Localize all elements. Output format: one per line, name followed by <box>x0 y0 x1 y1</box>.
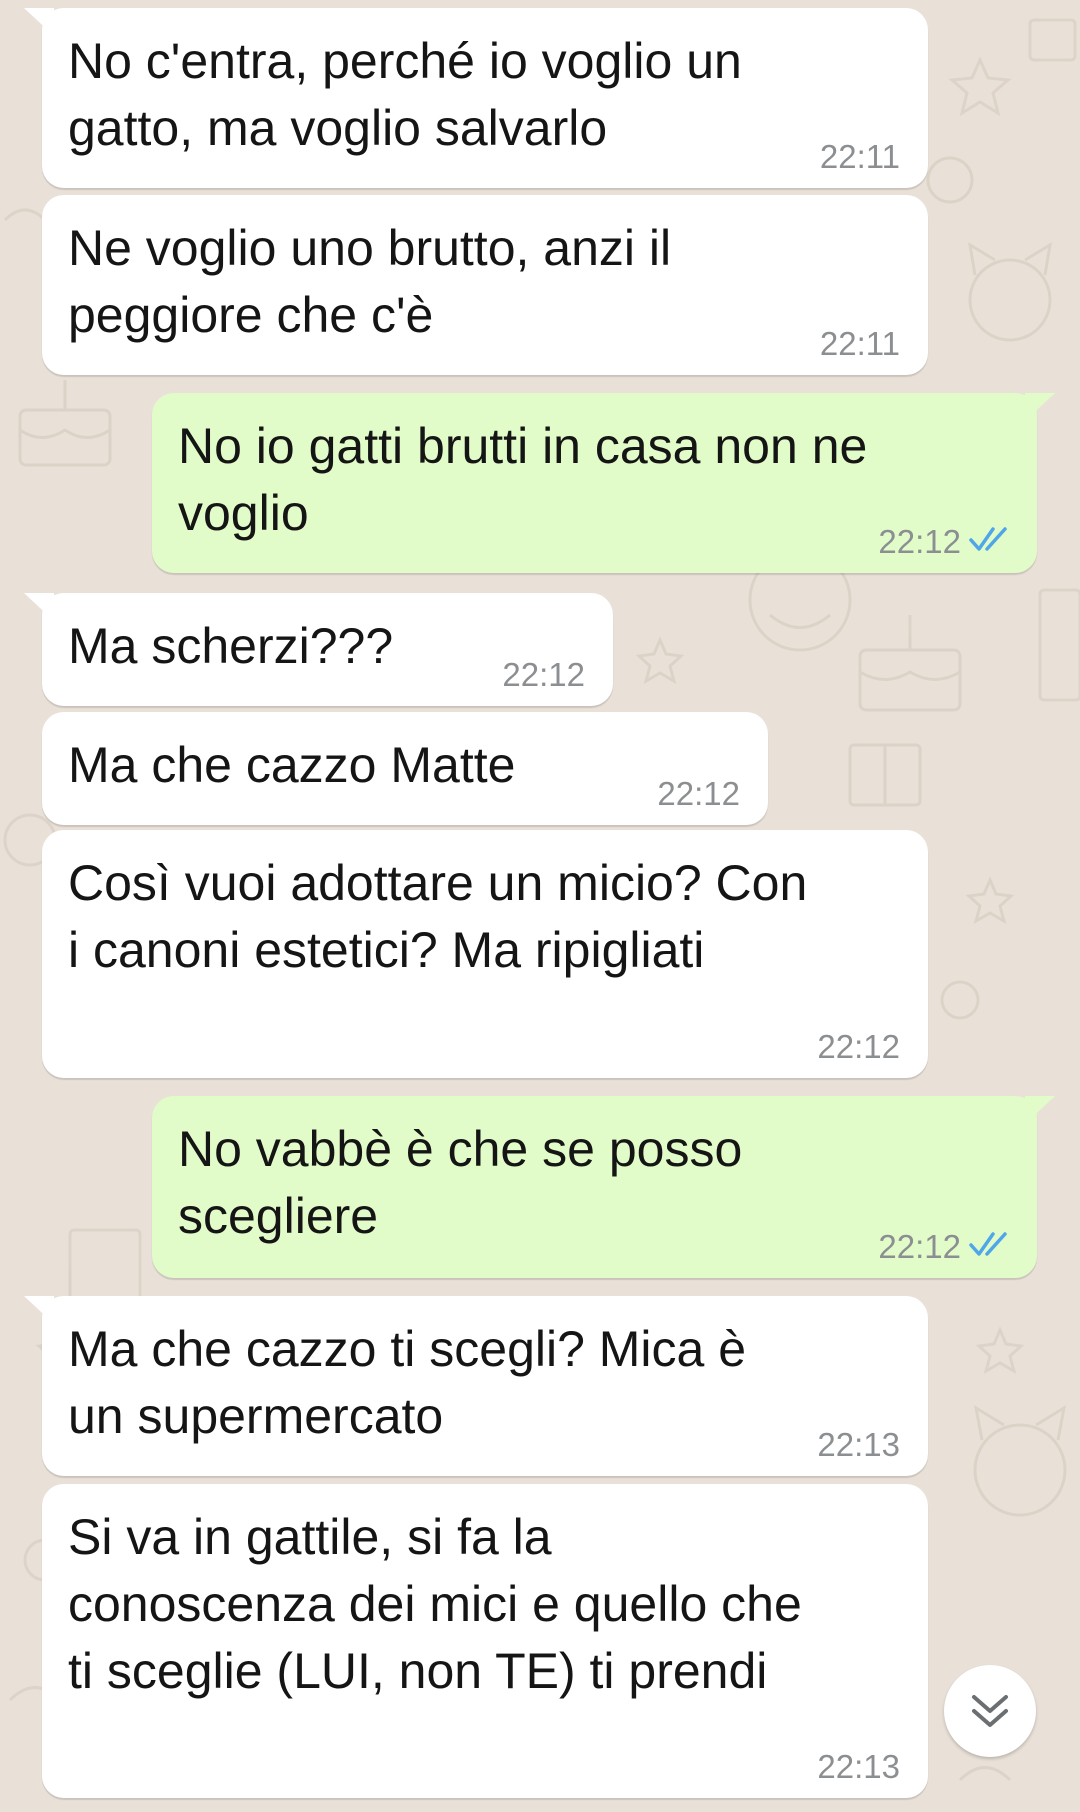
message-bubble-incoming[interactable]: Si va in gattile, si fa la conoscenza de… <box>42 1484 928 1798</box>
bubble-tail-icon <box>24 8 54 36</box>
message-text: Ma scherzi??? <box>68 618 394 674</box>
message-time: 22:12 <box>502 656 585 693</box>
message-bubble-outgoing[interactable]: No vabbè è che se posso scegliere 22:12 <box>152 1096 1055 1278</box>
message-bubble-incoming[interactable]: Così vuoi adottare un micio? Con i canon… <box>42 830 928 1078</box>
message-text: No c'entra, perché io voglio un gatto, m… <box>68 33 742 156</box>
message-bubble-outgoing[interactable]: No io gatti brutti in casa non ne voglio… <box>152 393 1055 573</box>
message-time: 22:12 <box>878 523 961 560</box>
scroll-to-bottom-button[interactable] <box>944 1665 1036 1757</box>
read-ticks-icon <box>969 527 1007 551</box>
message-time: 22:12 <box>817 1028 900 1065</box>
bubble-tail-icon <box>24 593 54 621</box>
message-text: Così vuoi adottare un micio? Con i canon… <box>68 855 808 978</box>
bubble-tail-icon <box>1025 1096 1055 1124</box>
message-time: 22:13 <box>817 1748 900 1785</box>
message-text: Si va in gattile, si fa la conoscenza de… <box>68 1509 802 1699</box>
message-time: 22:11 <box>819 325 900 362</box>
message-text: No io gatti brutti in casa non ne voglio <box>178 418 868 541</box>
message-time: 22:11 <box>819 138 900 175</box>
message-time: 22:12 <box>878 1228 961 1265</box>
message-text: No vabbè è che se posso scegliere <box>178 1121 743 1244</box>
bubble-tail-icon <box>24 1296 54 1324</box>
message-time: 22:12 <box>657 775 740 812</box>
message-time: 22:13 <box>817 1426 900 1463</box>
message-bubble-incoming[interactable]: Ma che cazzo ti scegli? Mica è un superm… <box>24 1296 928 1476</box>
message-bubble-incoming[interactable]: Ma che cazzo Matte 22:12 <box>42 712 768 825</box>
bubble-tail-icon <box>1025 393 1055 421</box>
message-text: Ma che cazzo Matte <box>68 737 516 793</box>
double-chevron-down-icon <box>972 1695 1008 1727</box>
message-text: Ma che cazzo ti scegli? Mica è un superm… <box>68 1321 747 1444</box>
message-bubble-incoming[interactable]: Ma scherzi??? 22:12 <box>24 593 613 706</box>
chat-area[interactable]: No c'entra, perché io voglio un gatto, m… <box>0 0 1080 1812</box>
read-ticks-icon <box>969 1232 1007 1256</box>
message-bubble-incoming[interactable]: Ne voglio uno brutto, anzi il peggiore c… <box>42 195 928 375</box>
message-text: Ne voglio uno brutto, anzi il peggiore c… <box>68 220 672 343</box>
message-bubble-incoming[interactable]: No c'entra, perché io voglio un gatto, m… <box>24 8 928 188</box>
